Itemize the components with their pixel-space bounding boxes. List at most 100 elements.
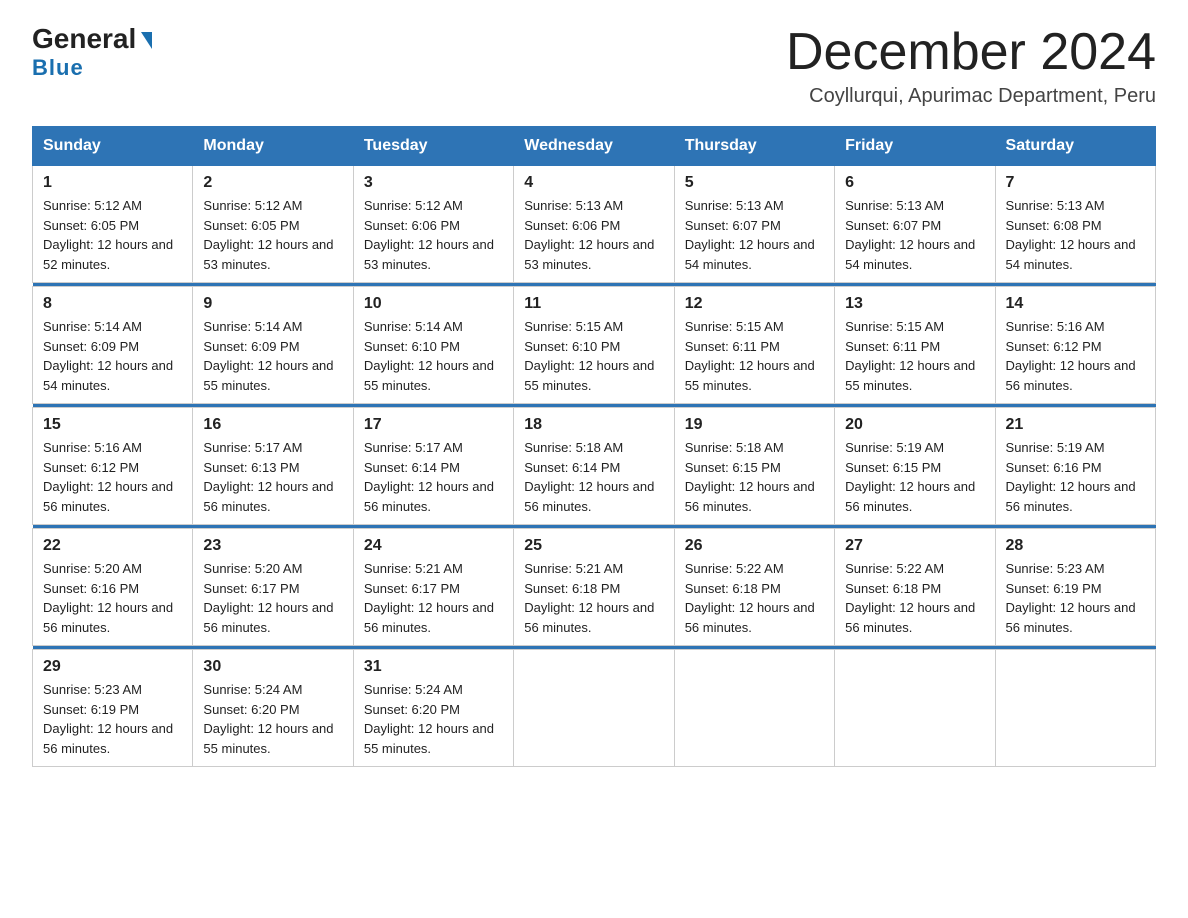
page-title: December 2024	[786, 24, 1156, 81]
day-number: 21	[1006, 416, 1145, 434]
calendar-cell: 13Sunrise: 5:15 AMSunset: 6:11 PMDayligh…	[835, 287, 995, 404]
calendar-cell: 3 Sunrise: 5:12 AMSunset: 6:06 PMDaylight…	[353, 166, 513, 283]
day-info: Sunrise: 5:17 AMSunset: 6:13 PMDaylight:…	[203, 438, 342, 516]
col-header-thursday: Thursday	[674, 127, 834, 166]
day-number: 4	[524, 174, 663, 192]
day-info: Sunrise: 5:15 AMSunset: 6:11 PMDaylight:…	[685, 317, 824, 395]
day-info: Sunrise: 5:13 AMSunset: 6:06 PMDaylight:…	[524, 196, 663, 274]
day-info: Sunrise: 5:24 AMSunset: 6:20 PMDaylight:…	[203, 680, 342, 758]
day-number: 18	[524, 416, 663, 434]
title-block: December 2024 Coyllurqui, Apurimac Depar…	[786, 24, 1156, 108]
day-info: Sunrise: 5:13 AMSunset: 6:08 PMDaylight:…	[1006, 196, 1145, 274]
calendar-cell: 29 Sunrise: 5:23 AMSunset: 6:19 PMDayligh…	[33, 650, 193, 767]
day-info: Sunrise: 5:13 AMSunset: 6:07 PMDaylight:…	[845, 196, 984, 274]
day-number: 30	[203, 658, 342, 676]
day-info: Sunrise: 5:12 AMSunset: 6:06 PMDaylight:…	[364, 196, 503, 274]
day-info: Sunrise: 5:14 AMSunset: 6:10 PMDaylight:…	[364, 317, 503, 395]
day-number: 25	[524, 537, 663, 555]
calendar-cell: 28 Sunrise: 5:23 AMSunset: 6:19 PMDayligh…	[995, 529, 1155, 646]
day-number: 15	[43, 416, 182, 434]
page-header: General Blue December 2024 Coyllurqui, A…	[32, 24, 1156, 108]
calendar-cell: 25 Sunrise: 5:21 AMSunset: 6:18 PMDayligh…	[514, 529, 674, 646]
calendar-cell: 24 Sunrise: 5:21 AMSunset: 6:17 PMDayligh…	[353, 529, 513, 646]
calendar-week-row: 15Sunrise: 5:16 AMSunset: 6:12 PMDayligh…	[33, 408, 1156, 525]
day-number: 2	[203, 174, 342, 192]
day-info: Sunrise: 5:14 AMSunset: 6:09 PMDaylight:…	[203, 317, 342, 395]
day-number: 23	[203, 537, 342, 555]
calendar-cell: 4 Sunrise: 5:13 AMSunset: 6:06 PMDaylight…	[514, 166, 674, 283]
day-info: Sunrise: 5:12 AMSunset: 6:05 PMDaylight:…	[43, 196, 182, 274]
calendar-cell: 16 Sunrise: 5:17 AMSunset: 6:13 PMDayligh…	[193, 408, 353, 525]
calendar-cell: 21 Sunrise: 5:19 AMSunset: 6:16 PMDayligh…	[995, 408, 1155, 525]
day-info: Sunrise: 5:22 AMSunset: 6:18 PMDaylight:…	[845, 559, 984, 637]
calendar-week-row: 1 Sunrise: 5:12 AMSunset: 6:05 PMDaylight…	[33, 166, 1156, 283]
calendar-cell: 7 Sunrise: 5:13 AMSunset: 6:08 PMDaylight…	[995, 166, 1155, 283]
day-info: Sunrise: 5:14 AMSunset: 6:09 PMDaylight:…	[43, 317, 182, 395]
day-info: Sunrise: 5:20 AMSunset: 6:17 PMDaylight:…	[203, 559, 342, 637]
day-number: 31	[364, 658, 503, 676]
day-number: 10	[364, 295, 503, 313]
calendar-cell: 26Sunrise: 5:22 AMSunset: 6:18 PMDayligh…	[674, 529, 834, 646]
logo-general: General	[32, 24, 136, 55]
col-header-wednesday: Wednesday	[514, 127, 674, 166]
day-number: 7	[1006, 174, 1145, 192]
day-info: Sunrise: 5:17 AMSunset: 6:14 PMDaylight:…	[364, 438, 503, 516]
calendar-week-row: 29 Sunrise: 5:23 AMSunset: 6:19 PMDayligh…	[33, 650, 1156, 767]
day-number: 24	[364, 537, 503, 555]
day-number: 27	[845, 537, 984, 555]
calendar-cell	[514, 650, 674, 767]
day-info: Sunrise: 5:18 AMSunset: 6:15 PMDaylight:…	[685, 438, 824, 516]
day-number: 6	[845, 174, 984, 192]
logo-blue: Blue	[32, 55, 84, 81]
page-subtitle: Coyllurqui, Apurimac Department, Peru	[786, 85, 1156, 108]
calendar-cell: 11 Sunrise: 5:15 AMSunset: 6:10 PMDayligh…	[514, 287, 674, 404]
day-number: 5	[685, 174, 824, 192]
calendar-cell: 14Sunrise: 5:16 AMSunset: 6:12 PMDayligh…	[995, 287, 1155, 404]
day-number: 8	[43, 295, 182, 313]
calendar-cell: 23 Sunrise: 5:20 AMSunset: 6:17 PMDayligh…	[193, 529, 353, 646]
calendar-week-row: 8 Sunrise: 5:14 AMSunset: 6:09 PMDaylight…	[33, 287, 1156, 404]
day-info: Sunrise: 5:24 AMSunset: 6:20 PMDaylight:…	[364, 680, 503, 758]
calendar-cell	[995, 650, 1155, 767]
day-info: Sunrise: 5:18 AMSunset: 6:14 PMDaylight:…	[524, 438, 663, 516]
calendar-cell: 30 Sunrise: 5:24 AMSunset: 6:20 PMDayligh…	[193, 650, 353, 767]
col-header-tuesday: Tuesday	[353, 127, 513, 166]
col-header-saturday: Saturday	[995, 127, 1155, 166]
col-header-monday: Monday	[193, 127, 353, 166]
day-info: Sunrise: 5:22 AMSunset: 6:18 PMDaylight:…	[685, 559, 824, 637]
calendar-cell: 15Sunrise: 5:16 AMSunset: 6:12 PMDayligh…	[33, 408, 193, 525]
col-header-sunday: Sunday	[33, 127, 193, 166]
day-info: Sunrise: 5:13 AMSunset: 6:07 PMDaylight:…	[685, 196, 824, 274]
day-number: 28	[1006, 537, 1145, 555]
day-number: 22	[43, 537, 182, 555]
calendar-cell: 18 Sunrise: 5:18 AMSunset: 6:14 PMDayligh…	[514, 408, 674, 525]
day-number: 17	[364, 416, 503, 434]
day-number: 1	[43, 174, 182, 192]
day-info: Sunrise: 5:16 AMSunset: 6:12 PMDaylight:…	[1006, 317, 1145, 395]
day-number: 20	[845, 416, 984, 434]
day-number: 3	[364, 174, 503, 192]
day-info: Sunrise: 5:21 AMSunset: 6:18 PMDaylight:…	[524, 559, 663, 637]
day-info: Sunrise: 5:19 AMSunset: 6:16 PMDaylight:…	[1006, 438, 1145, 516]
day-number: 29	[43, 658, 182, 676]
day-number: 11	[524, 295, 663, 313]
calendar-cell: 10 Sunrise: 5:14 AMSunset: 6:10 PMDayligh…	[353, 287, 513, 404]
calendar-cell: 19Sunrise: 5:18 AMSunset: 6:15 PMDayligh…	[674, 408, 834, 525]
calendar-cell: 1 Sunrise: 5:12 AMSunset: 6:05 PMDaylight…	[33, 166, 193, 283]
calendar-cell: 2 Sunrise: 5:12 AMSunset: 6:05 PMDaylight…	[193, 166, 353, 283]
day-info: Sunrise: 5:15 AMSunset: 6:10 PMDaylight:…	[524, 317, 663, 395]
calendar-cell: 27 Sunrise: 5:22 AMSunset: 6:18 PMDayligh…	[835, 529, 995, 646]
logo: General Blue	[32, 24, 152, 81]
day-info: Sunrise: 5:20 AMSunset: 6:16 PMDaylight:…	[43, 559, 182, 637]
day-info: Sunrise: 5:12 AMSunset: 6:05 PMDaylight:…	[203, 196, 342, 274]
calendar-cell: 12 Sunrise: 5:15 AMSunset: 6:11 PMDayligh…	[674, 287, 834, 404]
day-number: 12	[685, 295, 824, 313]
calendar-header-row: SundayMondayTuesdayWednesdayThursdayFrid…	[33, 127, 1156, 166]
day-info: Sunrise: 5:23 AMSunset: 6:19 PMDaylight:…	[1006, 559, 1145, 637]
day-number: 16	[203, 416, 342, 434]
day-info: Sunrise: 5:23 AMSunset: 6:19 PMDaylight:…	[43, 680, 182, 758]
day-number: 13	[845, 295, 984, 313]
calendar-cell: 31 Sunrise: 5:24 AMSunset: 6:20 PMDayligh…	[353, 650, 513, 767]
day-info: Sunrise: 5:21 AMSunset: 6:17 PMDaylight:…	[364, 559, 503, 637]
calendar-cell: 22 Sunrise: 5:20 AMSunset: 6:16 PMDayligh…	[33, 529, 193, 646]
